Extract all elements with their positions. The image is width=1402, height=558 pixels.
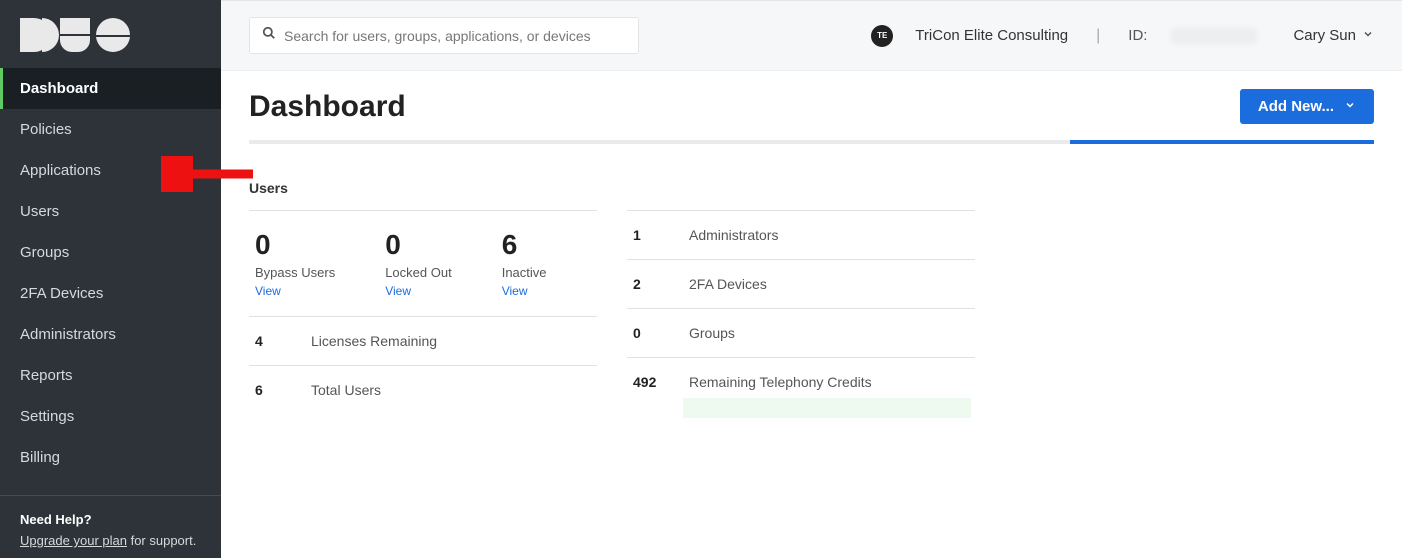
row-value: 492 <box>633 374 661 390</box>
telephony-credits-bar <box>683 398 971 418</box>
chevron-down-icon <box>1362 27 1374 44</box>
row-value: 6 <box>255 382 283 398</box>
sidebar-item-2fa-devices[interactable]: 2FA Devices <box>0 273 221 314</box>
user-name: Cary Sun <box>1293 27 1356 44</box>
sidebar-item-applications[interactable]: Applications <box>0 150 221 191</box>
search-icon <box>262 26 276 45</box>
progress-fill <box>1070 140 1374 144</box>
sidebar-item-groups[interactable]: Groups <box>0 232 221 273</box>
upgrade-plan-link[interactable]: Upgrade your plan <box>20 533 127 548</box>
add-new-button[interactable]: Add New... <box>1240 89 1374 124</box>
sidebar-item-dashboard[interactable]: Dashboard <box>0 68 221 109</box>
sidebar-nav: Dashboard Policies Applications Users Gr… <box>0 68 221 478</box>
chevron-down-icon <box>1344 98 1356 115</box>
main: TE TriCon Elite Consulting | ID: Cary Su… <box>221 0 1402 558</box>
row-label: Administrators <box>689 227 778 243</box>
help-title: Need Help? <box>20 512 201 527</box>
row-label: 2FA Devices <box>689 276 767 292</box>
view-link[interactable]: View <box>502 284 547 298</box>
sidebar-item-billing[interactable]: Billing <box>0 437 221 478</box>
help-upgrade: Upgrade your plan for support. <box>20 533 201 548</box>
help-section: Need Help? Upgrade your plan for support… <box>0 495 221 558</box>
row-label: Total Users <box>311 382 381 398</box>
id-label: ID: <box>1128 27 1147 44</box>
row-administrators: 1 Administrators <box>627 210 975 259</box>
tile-label: Inactive <box>502 265 547 280</box>
row-label: Licenses Remaining <box>311 333 437 349</box>
page-title: Dashboard <box>249 90 406 124</box>
row-value: 2 <box>633 276 661 292</box>
users-column: Users 0 Bypass Users View 0 Locked Out V… <box>249 180 597 426</box>
tile-label: Locked Out <box>385 265 452 280</box>
row-label: Groups <box>689 325 735 341</box>
progress-track <box>249 140 1374 144</box>
sidebar-item-administrators[interactable]: Administrators <box>0 314 221 355</box>
tile-value: 0 <box>255 229 335 261</box>
tile-value: 6 <box>502 229 547 261</box>
view-link[interactable]: View <box>385 284 452 298</box>
sidebar-item-reports[interactable]: Reports <box>0 355 221 396</box>
tile-label: Bypass Users <box>255 265 335 280</box>
topbar: TE TriCon Elite Consulting | ID: Cary Su… <box>221 0 1402 71</box>
sidebar-item-policies[interactable]: Policies <box>0 109 221 150</box>
id-value-redacted <box>1171 28 1257 44</box>
row-telephony-credits: 492 Remaining Telephony Credits <box>627 357 975 426</box>
tile-bypass-users: 0 Bypass Users View <box>255 229 335 298</box>
duo-logo <box>0 0 221 68</box>
row-value: 1 <box>633 227 661 243</box>
sidebar-item-settings[interactable]: Settings <box>0 396 221 437</box>
row-label: Remaining Telephony Credits <box>689 374 872 390</box>
row-total-users: 6 Total Users <box>249 365 597 414</box>
user-tiles: 0 Bypass Users View 0 Locked Out View 6 … <box>249 210 597 316</box>
row-value: 4 <box>255 333 283 349</box>
search-box[interactable] <box>249 17 639 54</box>
account-name: TriCon Elite Consulting <box>915 27 1068 44</box>
content: Users 0 Bypass Users View 0 Locked Out V… <box>221 144 1402 426</box>
users-section-title: Users <box>249 180 597 196</box>
row-2fa-devices: 2 2FA Devices <box>627 259 975 308</box>
view-link[interactable]: View <box>255 284 335 298</box>
add-new-label: Add New... <box>1258 98 1334 115</box>
user-dropdown[interactable]: Cary Sun <box>1293 27 1374 44</box>
page-header: Dashboard Add New... <box>221 71 1402 124</box>
separator: | <box>1096 27 1100 45</box>
summary-column: 1 Administrators 2 2FA Devices 0 Groups … <box>627 180 975 426</box>
tile-locked-out: 0 Locked Out View <box>385 229 452 298</box>
row-groups: 0 Groups <box>627 308 975 357</box>
help-upgrade-suffix: for support. <box>127 533 196 548</box>
row-value: 0 <box>633 325 661 341</box>
sidebar-item-users[interactable]: Users <box>0 191 221 232</box>
account-badge: TE <box>871 25 893 47</box>
sidebar: Dashboard Policies Applications Users Gr… <box>0 0 221 558</box>
tile-inactive: 6 Inactive View <box>502 229 547 298</box>
search-input[interactable] <box>284 28 626 44</box>
tile-value: 0 <box>385 229 452 261</box>
row-licenses-remaining: 4 Licenses Remaining <box>249 316 597 365</box>
